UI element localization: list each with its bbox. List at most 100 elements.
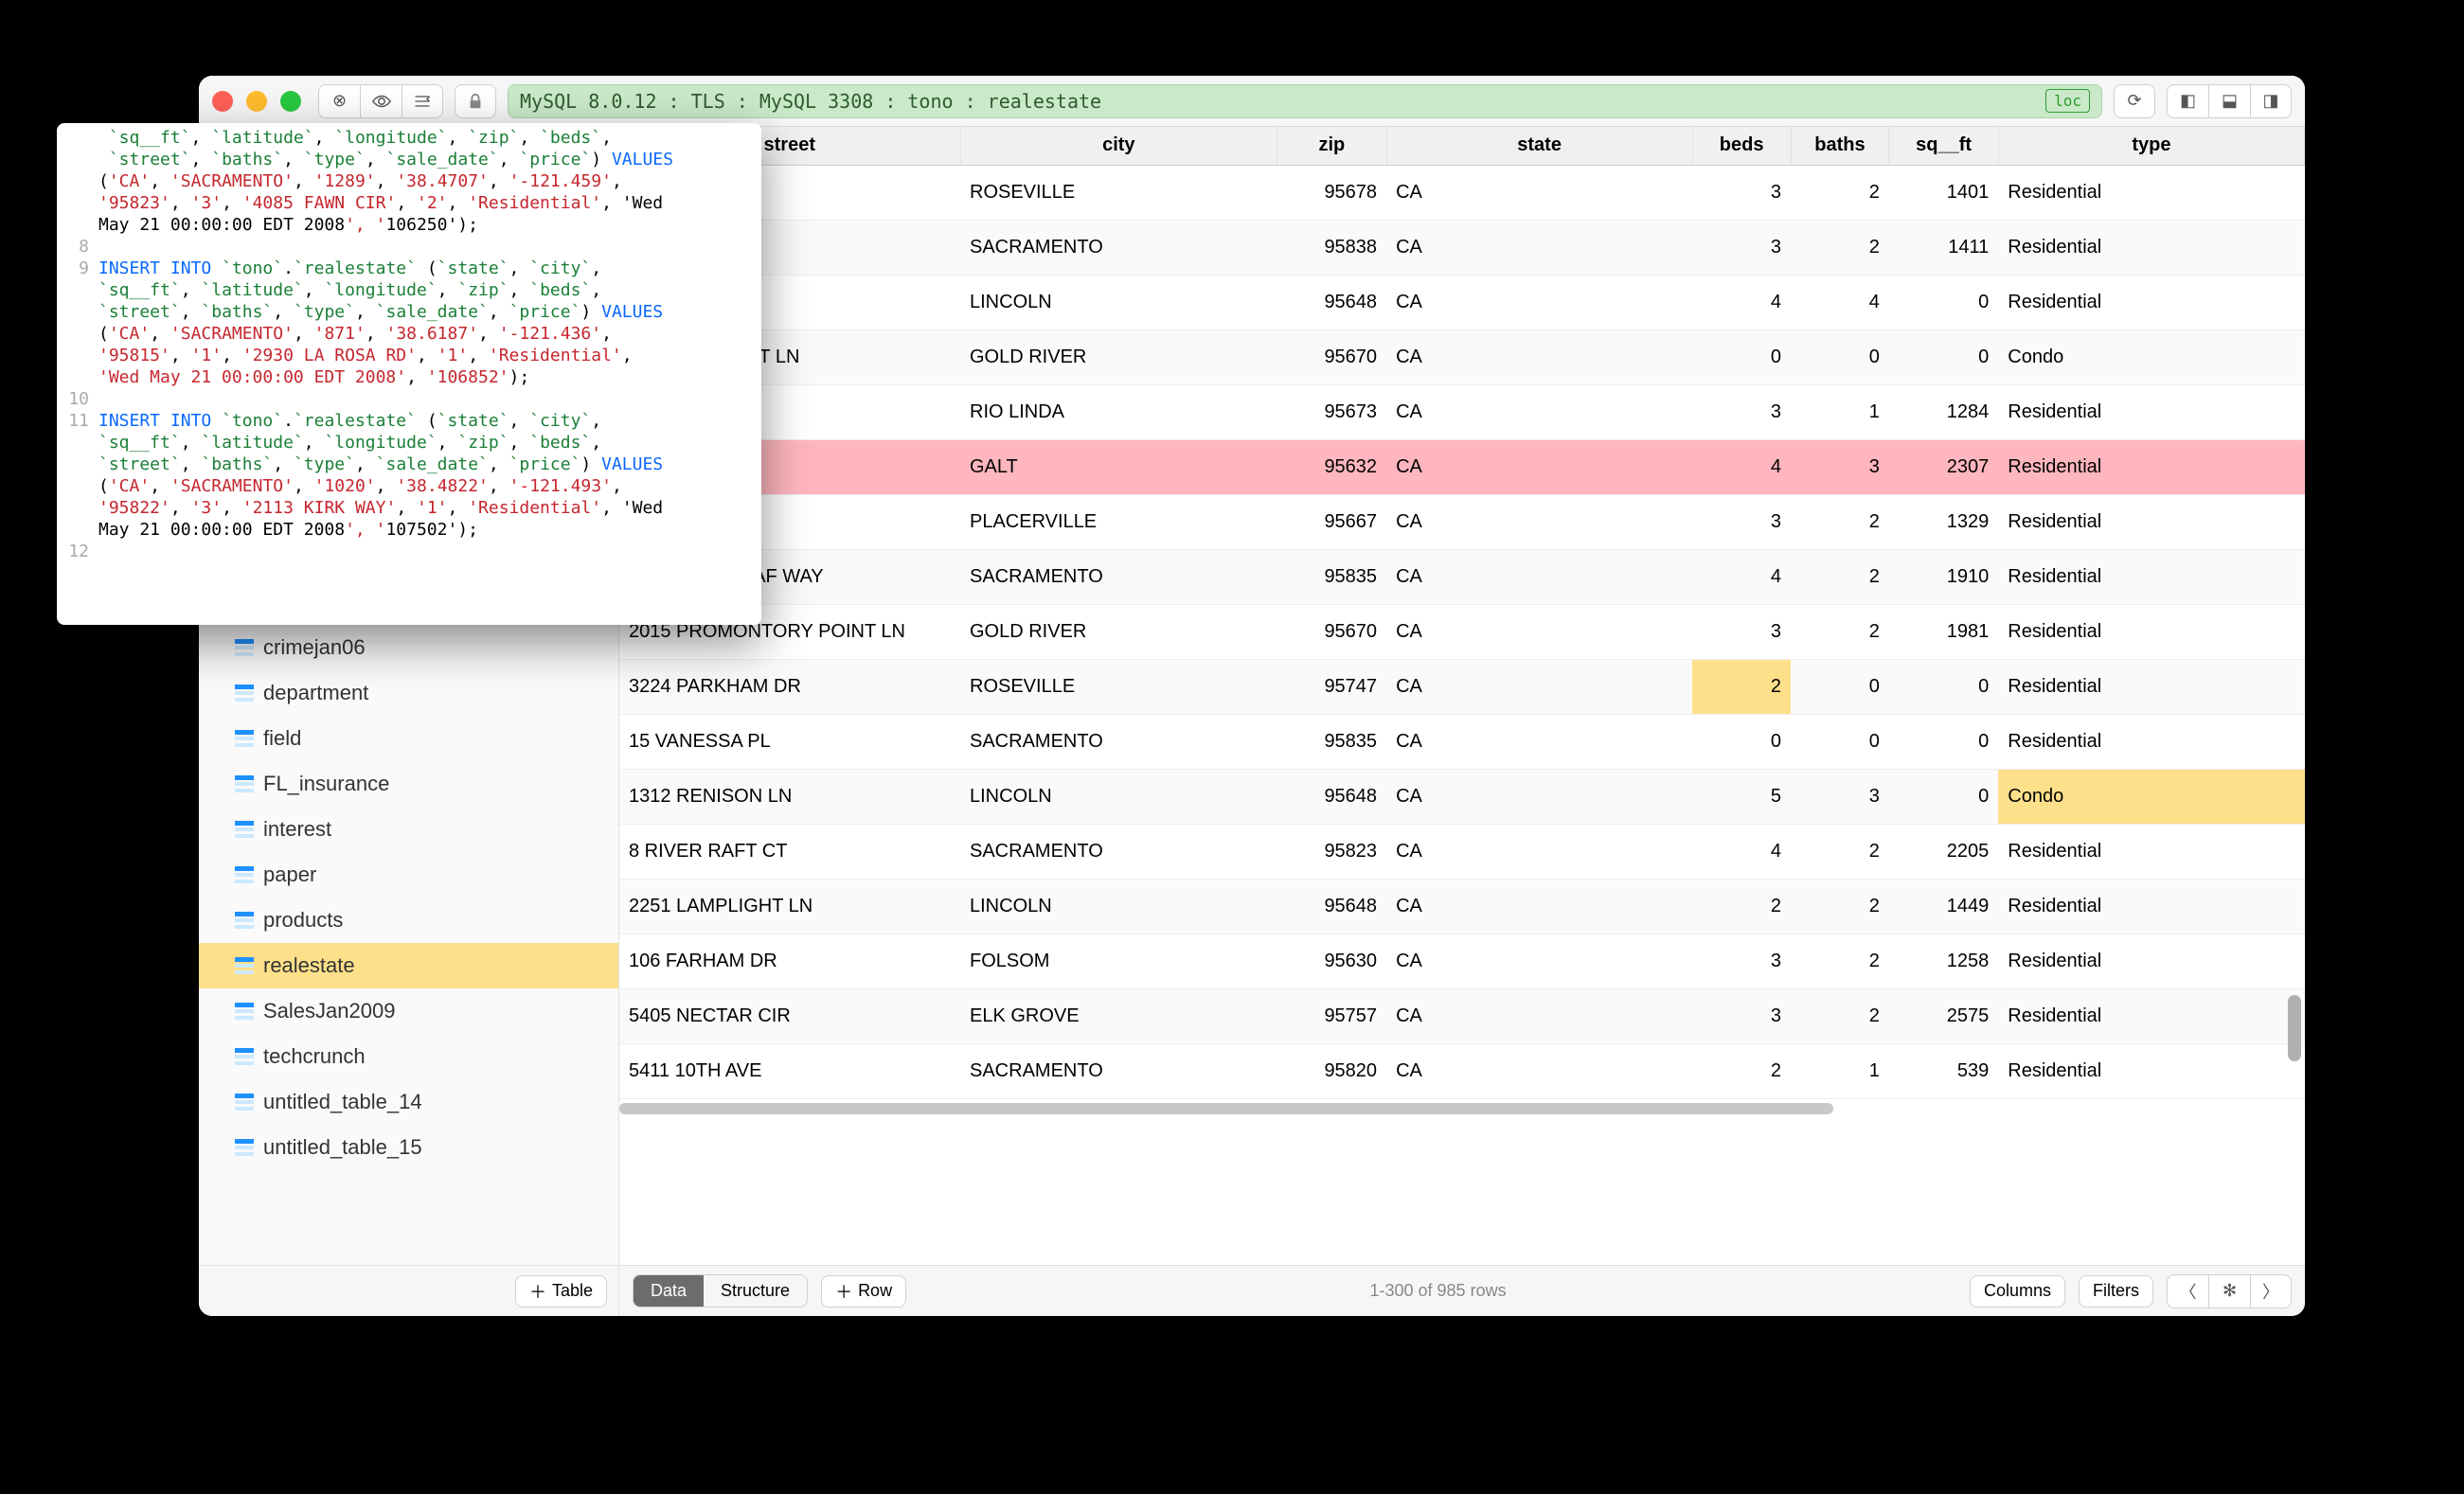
cell-beds[interactable]: 3 — [1692, 165, 1791, 220]
cell-sq__ft[interactable]: 539 — [1889, 1043, 1998, 1098]
cell-sq__ft[interactable]: 1329 — [1889, 494, 1998, 549]
cell-beds[interactable]: 4 — [1692, 824, 1791, 879]
cell-type[interactable]: Residential — [1998, 275, 2304, 329]
refresh-icon[interactable]: ⟳ — [2114, 84, 2155, 118]
cell-baths[interactable]: 1 — [1791, 1043, 1889, 1098]
cell-sq__ft[interactable]: 1981 — [1889, 604, 1998, 659]
horizontal-scrollbar[interactable] — [619, 1099, 2305, 1118]
cell-zip[interactable]: 95673 — [1277, 384, 1386, 439]
cell-type[interactable]: Residential — [1998, 439, 2304, 494]
table-row[interactable]: 5651 OVERLEAF WAYSACRAMENTO95835CA421910… — [619, 549, 2305, 604]
sidebar-item-untitled_table_15[interactable]: untitled_table_15 — [199, 1125, 618, 1170]
cell-beds[interactable]: 4 — [1692, 275, 1791, 329]
cell-beds[interactable]: 2 — [1692, 659, 1791, 714]
cell-state[interactable]: CA — [1386, 769, 1692, 824]
cell-type[interactable]: Residential — [1998, 165, 2304, 220]
table-row[interactable]: 5411 10TH AVESACRAMENTO95820CA21539Resid… — [619, 1043, 2305, 1098]
cell-beds[interactable]: 2 — [1692, 1043, 1791, 1098]
filters-button[interactable]: Filters — [2079, 1275, 2153, 1307]
cell-city[interactable]: LINCOLN — [960, 769, 1277, 824]
cell-type[interactable]: Residential — [1998, 659, 2304, 714]
table-row[interactable]: ...RCH CTROSEVILLE95678CA321401Residenti… — [619, 165, 2305, 220]
cell-state[interactable]: CA — [1386, 934, 1692, 988]
cell-street[interactable]: 5405 NECTAR CIR — [619, 988, 960, 1043]
cell-baths[interactable]: 1 — [1791, 384, 1889, 439]
cell-zip[interactable]: 95823 — [1277, 824, 1386, 879]
cell-baths[interactable]: 2 — [1791, 988, 1889, 1043]
cell-state[interactable]: CA — [1386, 1043, 1692, 1098]
cell-zip[interactable]: 95835 — [1277, 714, 1386, 769]
table-row[interactable]: 106 FARHAM DRFOLSOM95630CA321258Resident… — [619, 934, 2305, 988]
cell-sq__ft[interactable]: 1284 — [1889, 384, 1998, 439]
cell-state[interactable]: CA — [1386, 439, 1692, 494]
cell-zip[interactable]: 95632 — [1277, 439, 1386, 494]
sidebar-item-crimejan06[interactable]: crimejan06 — [199, 625, 618, 670]
sidebar-item-FL_insurance[interactable]: FL_insurance — [199, 761, 618, 807]
table-row[interactable]: 8 RIVER RAFT CTSACRAMENTO95823CA422205Re… — [619, 824, 2305, 879]
new-table-button[interactable]: ＋ Table — [515, 1275, 607, 1307]
column-header-city[interactable]: city — [960, 127, 1277, 165]
cell-baths[interactable]: 2 — [1791, 549, 1889, 604]
cell-sq__ft[interactable]: 0 — [1889, 275, 1998, 329]
column-header-state[interactable]: state — [1386, 127, 1692, 165]
cell-type[interactable]: Residential — [1998, 879, 2304, 934]
cell-zip[interactable]: 95670 — [1277, 329, 1386, 384]
cell-beds[interactable]: 0 — [1692, 329, 1791, 384]
cell-zip[interactable]: 95648 — [1277, 879, 1386, 934]
add-row-button[interactable]: ＋ Row — [821, 1275, 906, 1307]
sidebar-item-untitled_table_14[interactable]: untitled_table_14 — [199, 1079, 618, 1125]
sidebar-toggle-icon[interactable]: ◧ — [2167, 84, 2208, 118]
cell-type[interactable]: Condo — [1998, 329, 2304, 384]
cell-baths[interactable]: 3 — [1791, 769, 1889, 824]
cell-zip[interactable]: 95838 — [1277, 220, 1386, 275]
cell-baths[interactable]: 2 — [1791, 494, 1889, 549]
log-icon[interactable] — [402, 84, 443, 118]
cell-zip[interactable]: 95667 — [1277, 494, 1386, 549]
cell-street[interactable]: 15 VANESSA PL — [619, 714, 960, 769]
sidebar-item-field[interactable]: field — [199, 716, 618, 761]
table-row[interactable]: 2251 LAMPLIGHT LNLINCOLN95648CA221449Res… — [619, 879, 2305, 934]
cell-city[interactable]: ELK GROVE — [960, 988, 1277, 1043]
cell-city[interactable]: GALT — [960, 439, 1277, 494]
cell-sq__ft[interactable]: 2307 — [1889, 439, 1998, 494]
cell-beds[interactable]: 2 — [1692, 879, 1791, 934]
table-row[interactable]: ... SPIKE WAYSACRAMENTO95838CA321411Resi… — [619, 220, 2305, 275]
cell-street[interactable]: 8 RIVER RAFT CT — [619, 824, 960, 879]
cell-beds[interactable]: 3 — [1692, 220, 1791, 275]
connection-breadcrumb[interactable]: MySQL 8.0.12 : TLS : MySQL 3308 : tono :… — [508, 84, 2102, 118]
cell-zip[interactable]: 95630 — [1277, 934, 1386, 988]
cell-state[interactable]: CA — [1386, 714, 1692, 769]
cell-type[interactable]: Residential — [1998, 1043, 2304, 1098]
cell-beds[interactable]: 3 — [1692, 934, 1791, 988]
column-header-beds[interactable]: beds — [1692, 127, 1791, 165]
table-row[interactable]: ...EY LNLINCOLN95648CA440Residential — [619, 275, 2305, 329]
cell-beds[interactable]: 3 — [1692, 384, 1791, 439]
cell-city[interactable]: SACRAMENTO — [960, 220, 1277, 275]
cell-sq__ft[interactable]: 0 — [1889, 714, 1998, 769]
cell-zip[interactable]: 95670 — [1277, 604, 1386, 659]
sidebar-item-products[interactable]: products — [199, 898, 618, 943]
preview-icon[interactable] — [360, 84, 402, 118]
sidebar-item-interest[interactable]: interest — [199, 807, 618, 852]
table-row[interactable]: ...RAMA DRPLACERVILLE95667CA321329Reside… — [619, 494, 2305, 549]
cell-state[interactable]: CA — [1386, 988, 1692, 1043]
cell-type[interactable]: Residential — [1998, 714, 2304, 769]
cell-city[interactable]: PLACERVILLE — [960, 494, 1277, 549]
cell-state[interactable]: CA — [1386, 659, 1692, 714]
cell-beds[interactable]: 4 — [1692, 439, 1791, 494]
cell-city[interactable]: LINCOLN — [960, 879, 1277, 934]
cell-baths[interactable]: 2 — [1791, 220, 1889, 275]
lock-icon[interactable] — [455, 84, 496, 118]
cell-state[interactable]: CA — [1386, 549, 1692, 604]
cell-baths[interactable]: 2 — [1791, 604, 1889, 659]
cell-baths[interactable]: 2 — [1791, 165, 1889, 220]
cell-beds[interactable]: 0 — [1692, 714, 1791, 769]
view-segmented-control[interactable]: Data Structure — [633, 1274, 808, 1307]
cell-zip[interactable]: 95757 — [1277, 988, 1386, 1043]
cell-baths[interactable]: 2 — [1791, 934, 1889, 988]
rightbar-toggle-icon[interactable]: ◨ — [2250, 84, 2292, 118]
cell-beds[interactable]: 5 — [1692, 769, 1791, 824]
cell-type[interactable]: Residential — [1998, 604, 2304, 659]
cell-zip[interactable]: 95678 — [1277, 165, 1386, 220]
cell-beds[interactable]: 4 — [1692, 549, 1791, 604]
